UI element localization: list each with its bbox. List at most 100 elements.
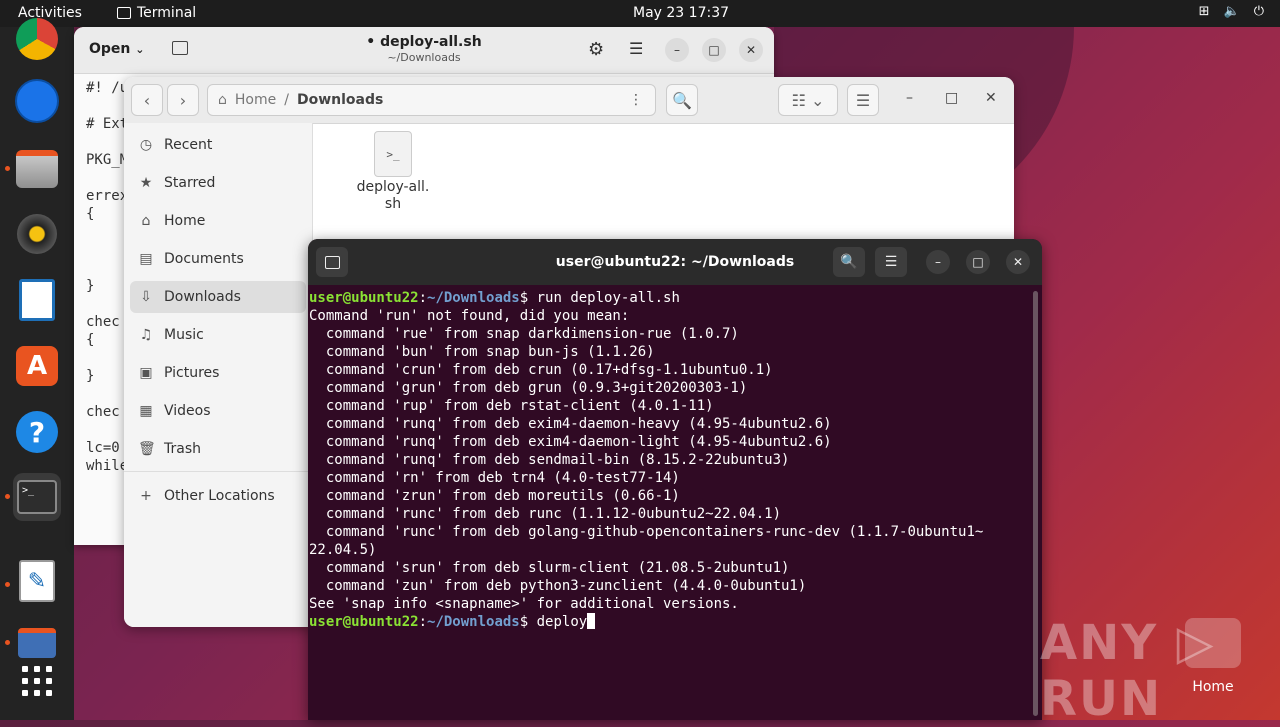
prompt-user: user@ubuntu22 [309, 614, 419, 630]
sidebar-item-music[interactable]: ♫ Music [130, 319, 306, 351]
menu-icon[interactable]: ☰ [629, 39, 643, 58]
command-not-found-output: Command 'run' not found, did you mean: c… [309, 308, 984, 612]
sidebar-item-starred[interactable]: ★ Starred [130, 167, 306, 199]
current-input[interactable]: deploy [528, 614, 588, 630]
minimize-button[interactable]: – [926, 250, 950, 274]
app-grid-icon [22, 666, 52, 696]
running-indicator [5, 494, 10, 499]
search-button[interactable]: 🔍 [833, 247, 865, 277]
text-editor-icon: ✎ [19, 560, 55, 602]
thunderbird-icon [15, 79, 59, 123]
close-button[interactable]: ✕ [1006, 250, 1030, 274]
running-indicator [5, 582, 10, 587]
search-button[interactable]: 🔍 [666, 84, 698, 116]
sidebar-item-other-locations[interactable]: + Other Locations [130, 480, 306, 512]
first-command: run deploy-all.sh [528, 290, 680, 306]
help-icon: ? [16, 411, 58, 453]
close-button[interactable]: ✕ [739, 38, 763, 62]
script-file-icon[interactable]: >_ [374, 131, 412, 177]
clock[interactable]: May 23 17:37 [633, 5, 729, 21]
file-name-label[interactable]: deploy-all. sh [348, 179, 438, 213]
files-headerbar: ‹ › ⌂ Home / Downloads ⋮ 🔍 ☷ ⌄ ☰ – □ ✕ [124, 77, 1014, 124]
network-icon: ⊞ [1198, 4, 1210, 19]
editor-text-area[interactable]: #! /u # Ext PKG_M errex { } chec { } che… [86, 79, 128, 475]
path-current[interactable]: Downloads [297, 92, 383, 108]
dock-text-editor[interactable]: ✎ [13, 557, 61, 605]
sidebar-item-trash[interactable]: 🗑 Trash [130, 433, 306, 465]
terminal-app-icon: >_ [17, 480, 57, 514]
screenshot-icon [18, 628, 56, 658]
menu-icon: ☰ [855, 90, 871, 110]
terminal-output[interactable]: user@ubuntu22:~/Downloads$ run deploy-al… [309, 289, 983, 631]
document-icon: ▤ [139, 251, 153, 267]
plus-icon: + [140, 488, 152, 504]
dock-thunderbird[interactable] [13, 77, 61, 125]
terminal-scrollbar[interactable] [1033, 291, 1038, 716]
volume-icon: 🔈 [1223, 4, 1240, 19]
close-button[interactable]: ✕ [985, 90, 997, 106]
view-toggle-button[interactable]: ☷ ⌄ [778, 84, 838, 116]
dock-app-center[interactable]: A [13, 342, 61, 390]
chevron-left-icon: ‹ [143, 90, 151, 110]
menu-icon: ☰ [884, 254, 898, 270]
path-bar[interactable]: ⌂ Home / Downloads ⋮ [207, 84, 656, 116]
dock-show-apps[interactable] [13, 657, 61, 705]
music-icon: ♫ [139, 327, 153, 343]
forward-button[interactable]: › [167, 84, 199, 116]
app-name: Terminal [137, 5, 197, 21]
running-indicator [5, 640, 10, 645]
prompt-path: ~/Downloads [427, 614, 520, 630]
dock-writer[interactable] [13, 276, 61, 324]
terminal-headerbar: user@ubuntu22: ~/Downloads 🔍 ☰ – □ ✕ [308, 239, 1042, 285]
sidebar-item-videos[interactable]: ▦ Videos [130, 395, 306, 427]
maximize-button[interactable]: □ [966, 250, 990, 274]
back-button[interactable]: ‹ [131, 84, 163, 116]
terminal-window: user@ubuntu22: ~/Downloads 🔍 ☰ – □ ✕ use… [308, 239, 1042, 720]
video-icon: ▦ [139, 403, 153, 419]
sidebar-item-pictures[interactable]: ▣ Pictures [130, 357, 306, 389]
picture-icon: ▣ [139, 365, 153, 381]
clock-icon: ◷ [139, 137, 153, 153]
writer-icon [19, 279, 55, 321]
watermark: ANY ▷ RUN [1040, 615, 1216, 727]
maximize-button[interactable]: □ [702, 38, 726, 62]
sidebar-item-home[interactable]: ⌂ Home [130, 205, 306, 237]
sidebar-item-recent[interactable]: ◷ Recent [130, 129, 306, 161]
minimize-button[interactable]: – [665, 38, 689, 62]
sidebar-item-documents[interactable]: ▤ Documents [130, 243, 306, 275]
path-home[interactable]: Home [235, 92, 276, 108]
sidebar-item-downloads[interactable]: ⇩ Downloads [130, 281, 306, 313]
top-bar: Activities Terminal May 23 17:37 ⊞ 🔈 ⏻ [0, 0, 1280, 27]
places-sidebar: ◷ Recent ★ Starred ⌂ Home ▤ Documents ⇩ Downl… [124, 123, 313, 627]
prompt-colon: : [418, 614, 428, 630]
gear-icon[interactable]: ⚙ [588, 39, 604, 60]
chrome-icon [16, 18, 58, 60]
rhythmbox-icon [17, 214, 57, 254]
path-menu-icon[interactable]: ⋮ [629, 92, 643, 108]
prompt-user: user@ubuntu22 [309, 290, 419, 306]
dock-terminal[interactable]: >_ [13, 473, 61, 521]
prompt-dollar: $ [519, 614, 529, 630]
system-status-area[interactable]: ⊞ 🔈 ⏻ [1199, 4, 1264, 19]
dock-chrome[interactable] [13, 15, 61, 63]
dock-rhythmbox[interactable] [13, 210, 61, 258]
desktop-home-label[interactable]: Home [1180, 679, 1246, 695]
prompt-path: ~/Downloads [427, 290, 520, 306]
editor-headerbar: Open ⌄ • deploy-all.sh ~/Downloads ⚙ ☰ –… [74, 27, 774, 74]
dock-help[interactable]: ? [13, 408, 61, 456]
files-menu-button[interactable]: ☰ [847, 84, 879, 116]
minimize-button[interactable]: – [906, 90, 913, 106]
star-icon: ★ [139, 175, 153, 191]
list-view-icon: ☷ ⌄ [791, 90, 825, 110]
dock-files[interactable] [13, 145, 61, 193]
app-menu[interactable]: Terminal [117, 5, 196, 21]
desktop-home-icon[interactable] [1185, 618, 1241, 668]
files-icon [16, 150, 58, 188]
terminal-icon [117, 7, 131, 19]
prompt-dollar: $ [519, 290, 529, 306]
terminal-menu-button[interactable]: ☰ [875, 247, 907, 277]
search-icon: 🔍 [840, 254, 858, 270]
maximize-button[interactable]: □ [945, 90, 958, 106]
home-icon: ⌂ [218, 92, 227, 108]
running-indicator [5, 166, 10, 171]
